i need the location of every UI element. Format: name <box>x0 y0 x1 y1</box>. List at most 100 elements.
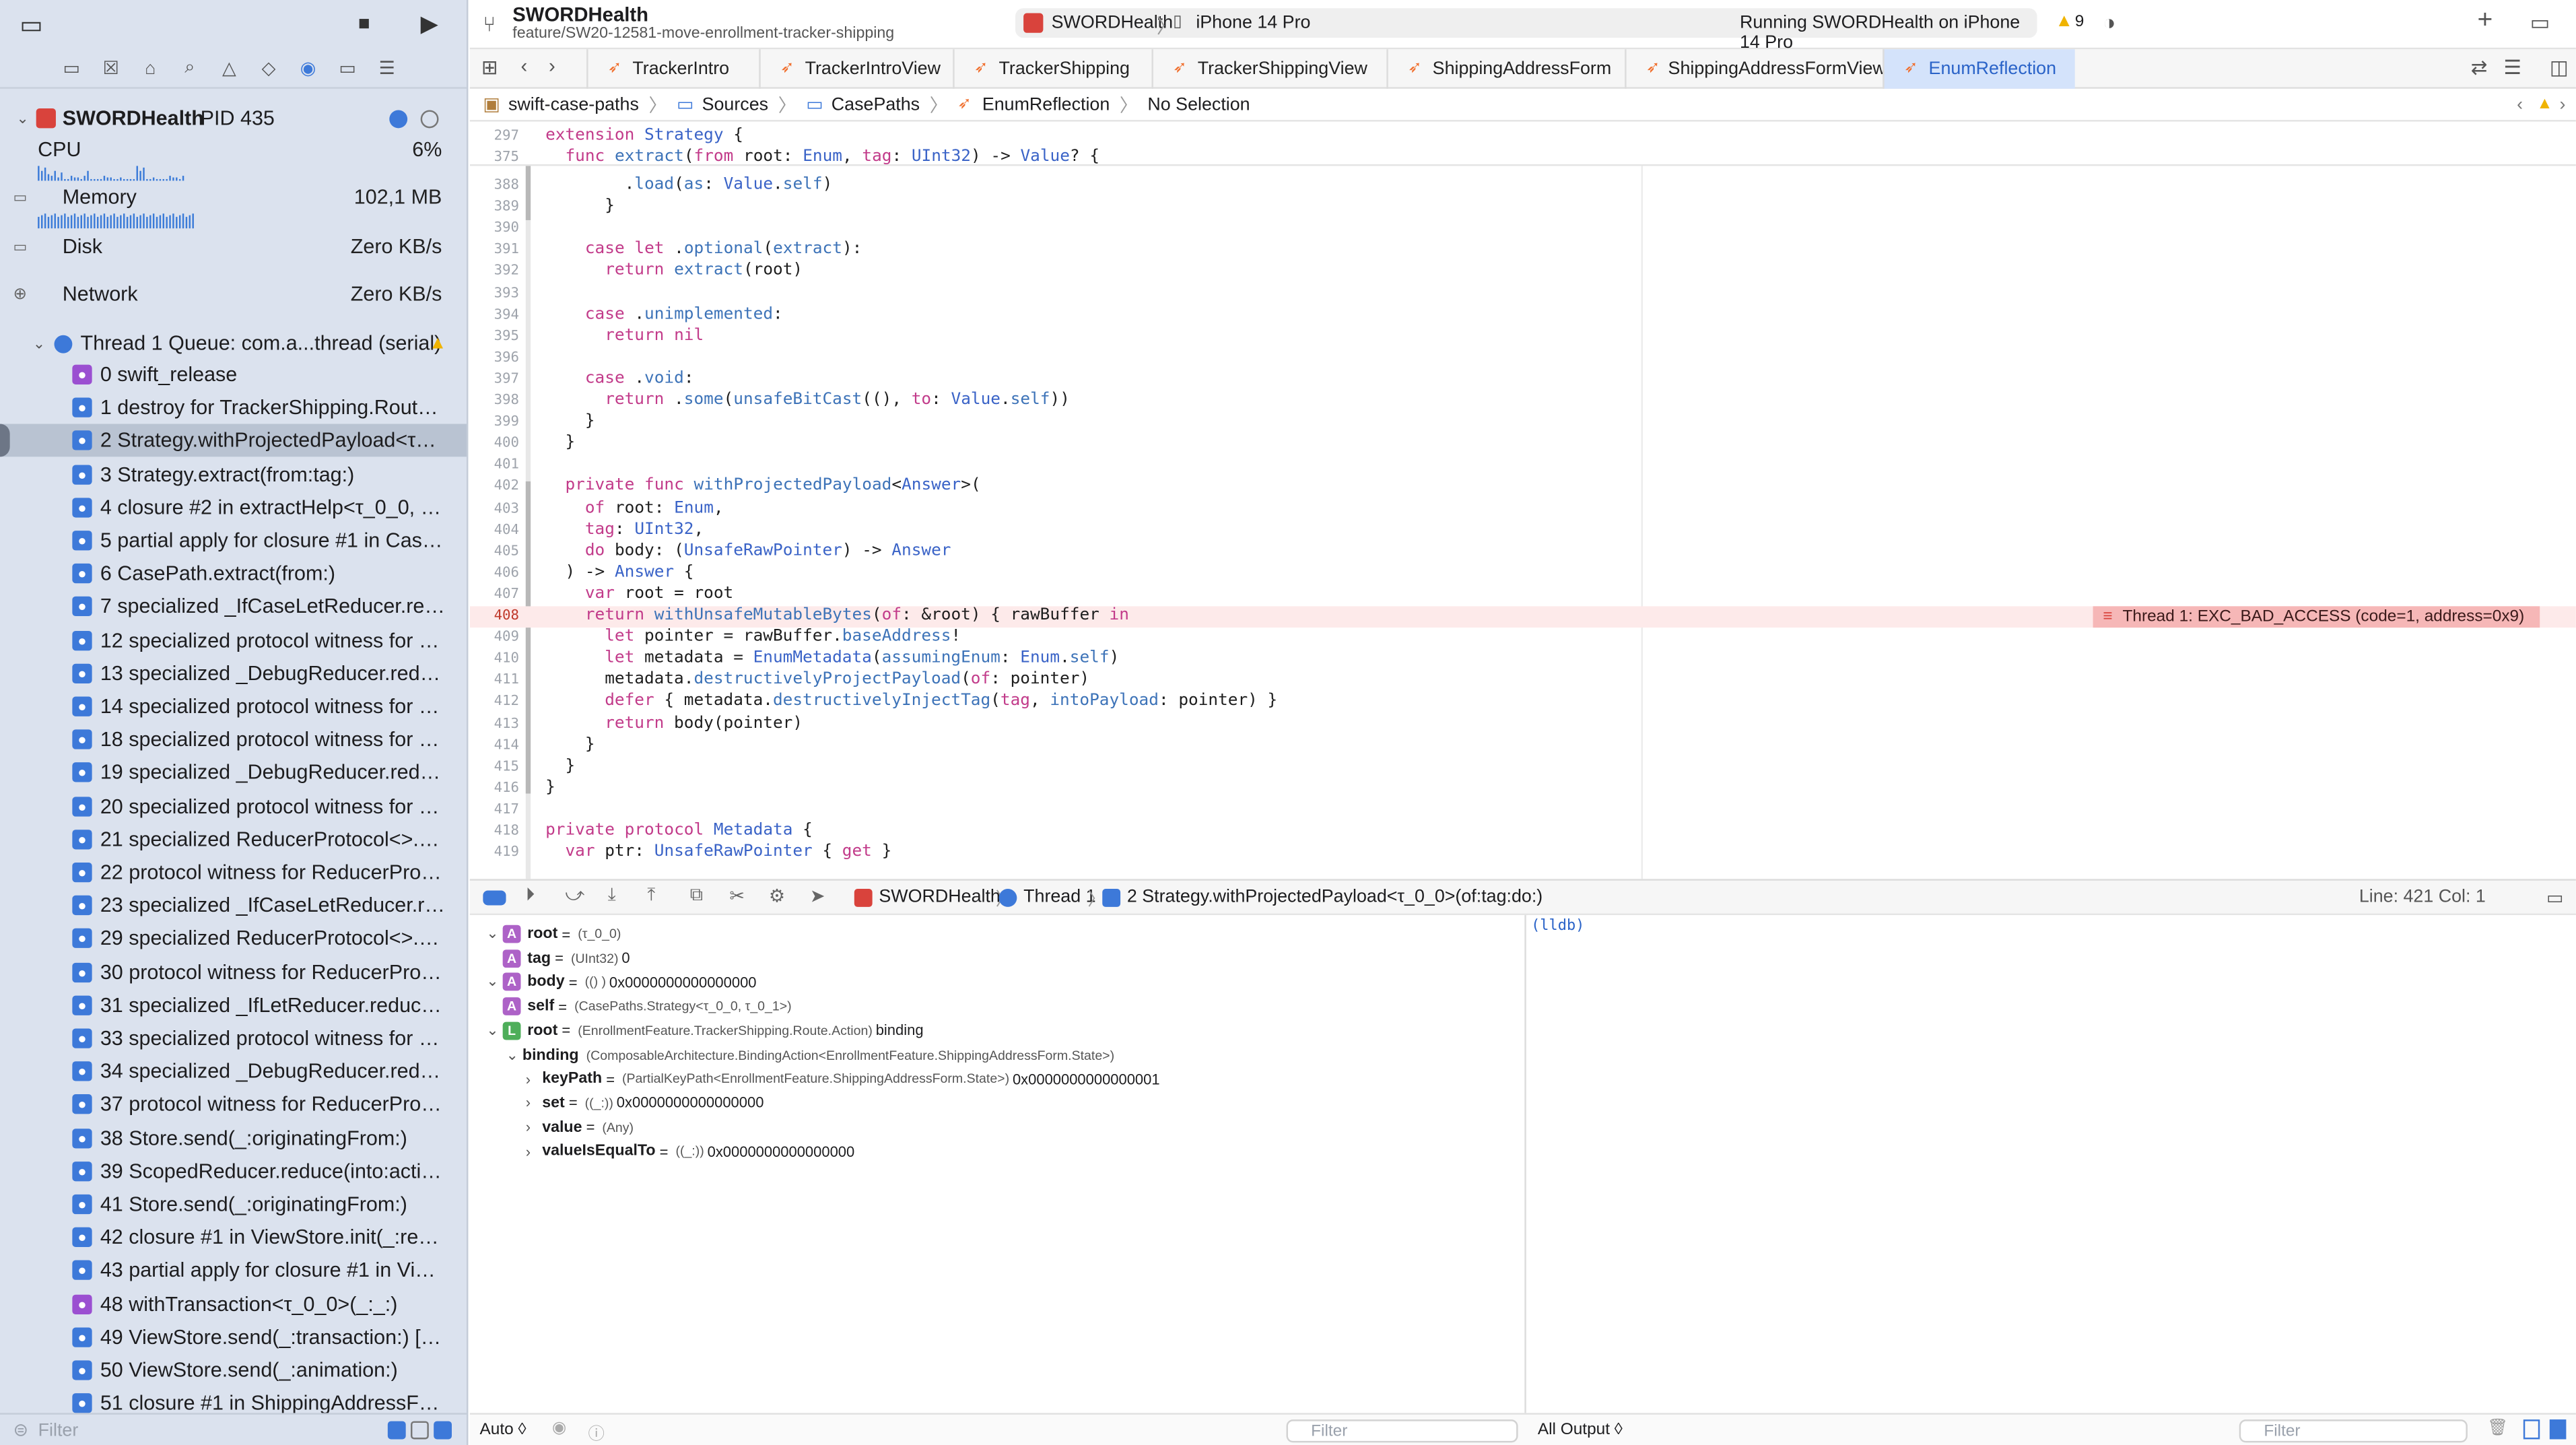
code-line[interactable]: return body(pointer) <box>545 714 803 732</box>
debug-thread[interactable]: Thread 1 <box>1023 887 1095 907</box>
stack-frame[interactable]: ● 1 destroy for TrackerShipping.Route.A..… <box>0 391 467 424</box>
tab-trackershippingview[interactable]: ➶ TrackerShippingView <box>1151 49 1386 89</box>
console-filter[interactable]: Filter <box>2239 1419 2468 1443</box>
error-annotation[interactable]: ≡ Thread 1: EXC_BAD_ACCESS (code=1, addre… <box>2093 606 2540 628</box>
code-line[interactable]: } <box>545 735 595 753</box>
code-line[interactable]: case let .optional(extract): <box>545 240 862 259</box>
stack-frame[interactable]: ● 29 specialized ReducerProtocol<>.re... <box>0 922 467 955</box>
variable-row[interactable]: › value = (Any) <box>526 1118 637 1137</box>
stack-frame[interactable]: ● 37 protocol witness for ReducerProto... <box>0 1088 467 1121</box>
symbol-icon[interactable]: ⌂ <box>138 56 163 81</box>
gauge-disk[interactable]: ▭ Disk Zero KB/s <box>0 235 467 258</box>
source-editor[interactable]: 388 .load(as: Value.self) 389 } 390 391 cas… <box>469 123 2576 879</box>
stack-frame[interactable]: ● 14 specialized protocol witness for Re.… <box>0 690 467 723</box>
variable-row[interactable]: Atag = (UInt32) 0 <box>486 949 630 968</box>
code-line[interactable]: } <box>545 434 575 452</box>
code-line[interactable]: var ptr: UnsafeRawPointer { get } <box>545 843 891 861</box>
options-icon[interactable] <box>420 109 439 128</box>
filter-crashed-icon[interactable] <box>387 1421 406 1440</box>
variables-pane-toggle-icon[interactable] <box>2523 1419 2540 1440</box>
hide-debug-area-icon[interactable]: ▭ <box>2546 887 2563 908</box>
scheme-selector[interactable]: SWORDHealth <box>1052 13 1173 33</box>
code-line[interactable]: private func withProjectedPayload<Answer… <box>545 477 980 496</box>
stack-frame[interactable]: ● 48 withTransaction<τ_0_0>(_:_:) <box>0 1287 467 1320</box>
editor-options-icon[interactable]: ☰ <box>2504 56 2521 79</box>
variable-row[interactable]: Aself = (CasePaths.Strategy<τ_0_0, τ_0_1… <box>486 997 794 1016</box>
variables-scope-selector[interactable]: Auto ◊ <box>479 1421 526 1440</box>
variable-row[interactable]: ⌄ Aroot = (τ_0_0) <box>486 925 624 943</box>
breadcrumb-package[interactable]: swift-case-paths <box>508 94 639 114</box>
stack-frame[interactable]: ● 6 CasePath.extract(from:) <box>0 558 467 591</box>
stack-frame[interactable]: ● 5 partial apply for closure #1 in CaseP… <box>0 524 467 557</box>
tab-trackershipping[interactable]: ➶ TrackerShipping <box>953 49 1151 89</box>
variable-row[interactable]: ⌄ binding (ComposableArchitecture.Binding… <box>506 1046 1118 1064</box>
inspector-toggle-icon[interactable]: ▭ <box>2530 10 2550 36</box>
tab-shippingaddressformview[interactable]: ➶ ShippingAddressFormView <box>1625 49 1886 89</box>
warning-icon[interactable]: ▲ <box>2536 96 2552 114</box>
prev-issue-icon[interactable]: ‹ <box>2517 94 2523 114</box>
debug-gauge-icon[interactable]: ◑ <box>2103 10 2115 35</box>
debug-icon[interactable]: ◉ <box>296 56 320 81</box>
code-line[interactable]: return .some(unsafeBitCast((), to: Value… <box>545 391 1070 409</box>
tab-trackerintroview[interactable]: ➶ TrackerIntroView <box>759 49 953 89</box>
warning-icon[interactable]: ▲ <box>2055 11 2073 31</box>
chevron-right-icon[interactable]: › <box>526 1119 542 1135</box>
step-out-icon[interactable]: ⤒ <box>647 885 655 907</box>
thread-row[interactable]: ⌄ Thread 1 Queue: com.a...thread (serial… <box>0 327 467 360</box>
trash-icon[interactable]: 🗑 <box>2487 1419 2508 1438</box>
debug-frame[interactable]: 2 Strategy.withProjectedPayload<τ_0_0>(o… <box>1127 887 1543 907</box>
process-row[interactable]: ⌄ SWORDHealth PID 435 <box>0 105 467 131</box>
stack-frame[interactable]: ● 22 protocol witness for ReducerProto... <box>0 856 467 889</box>
stack-frame[interactable]: ● 2 Strategy.withProjectedPayload<τ_0... <box>0 424 467 458</box>
code-line[interactable]: tag: UInt32, <box>545 520 704 538</box>
chevron-right-icon[interactable]: › <box>526 1071 542 1087</box>
stack-frame[interactable]: ● 38 Store.send(_:originatingFrom:) <box>0 1122 467 1155</box>
code-line[interactable]: defer { metadata.destructivelyInjectTag(… <box>545 692 1277 710</box>
gauge-network[interactable]: ⊕ Network Zero KB/s <box>0 283 467 306</box>
stack-frame[interactable]: ● 30 protocol witness for ReducerProto... <box>0 955 467 988</box>
pause-icon[interactable]: ⏵ <box>526 885 535 907</box>
code-line[interactable]: ) -> Answer { <box>545 563 693 581</box>
code-line[interactable]: case .void: <box>545 370 694 388</box>
next-issue-icon[interactable]: › <box>2560 94 2566 114</box>
code-line[interactable]: extension Strategy { <box>545 127 743 145</box>
related-items-icon[interactable]: ⇄ <box>2471 56 2488 79</box>
back-icon[interactable]: ‹ <box>520 55 527 77</box>
split-editor-icon[interactable]: ◫ <box>2550 56 2569 79</box>
sidebar-filter[interactable]: ⊜ Filter <box>0 1413 467 1445</box>
code-line[interactable]: } <box>545 757 575 775</box>
folder-icon[interactable]: ▭ <box>59 56 84 81</box>
code-line[interactable]: do body: (UnsafeRawPointer) -> Answer <box>545 541 951 560</box>
variables-filter[interactable]: Filter <box>1286 1419 1518 1443</box>
breakpoints-toggle-icon[interactable] <box>483 890 506 906</box>
variable-row[interactable]: › set = ((_:)) 0x0000000000000000 <box>526 1094 764 1112</box>
branch-name[interactable]: feature/SW20-12581-move-enrollment-track… <box>512 25 894 43</box>
console-pane-toggle-icon[interactable] <box>2549 1419 2567 1440</box>
chevron-right-icon[interactable]: › <box>526 1095 542 1111</box>
code-line[interactable]: func extract(from root: Enum, tag: UInt3… <box>545 148 1099 166</box>
location-icon[interactable]: ➤ <box>810 885 825 907</box>
stack-frame[interactable]: ● 4 closure #2 in extractHelp<τ_0_0, τ_..… <box>0 491 467 524</box>
chevron-down-icon[interactable]: ⌄ <box>506 1046 522 1064</box>
view-hierarchy-icon[interactable]: ⧉ <box>690 885 703 907</box>
stack-frame[interactable]: ● 7 specialized _IfCaseLetReducer.redu... <box>0 591 467 624</box>
stop-icon[interactable]: ■ <box>358 11 370 34</box>
breakpoint-icon[interactable]: ▭ <box>335 56 360 81</box>
chevron-down-icon[interactable]: ⌄ <box>486 925 502 943</box>
filter-running-icon[interactable] <box>411 1421 429 1440</box>
code-line[interactable]: let metadata = EnumMetadata(assumingEnum… <box>545 649 1119 667</box>
grid-icon[interactable]: ⊞ <box>481 56 498 79</box>
breadcrumb-casepaths[interactable]: CasePaths <box>832 94 920 114</box>
code-line[interactable]: metadata.destructivelyProjectPayload(of:… <box>545 671 1089 689</box>
variable-row[interactable]: ⌄ Lroot = (EnrollmentFeature.TrackerShipp… <box>486 1021 924 1040</box>
report-icon[interactable]: ☰ <box>374 56 399 81</box>
stack-frame[interactable]: ● 23 specialized _IfCaseLetReducer.red... <box>0 889 467 922</box>
sidebar-toggle-icon[interactable]: ▭ <box>20 10 43 39</box>
stack-frame[interactable]: ● 18 specialized protocol witness for Re.… <box>0 723 467 756</box>
stack-frame[interactable]: ● 49 ViewStore.send(_:transaction:) [in..… <box>0 1320 467 1353</box>
code-line[interactable]: } <box>545 413 595 431</box>
issue-icon[interactable]: △ <box>217 56 242 81</box>
stack-frame[interactable]: ● 33 specialized protocol witness for R..… <box>0 1022 467 1055</box>
gauge-memory[interactable]: ▭ Memory 102,1 MB <box>0 186 467 209</box>
tab-trackerintro[interactable]: ➶ TrackerIntro <box>586 49 759 89</box>
